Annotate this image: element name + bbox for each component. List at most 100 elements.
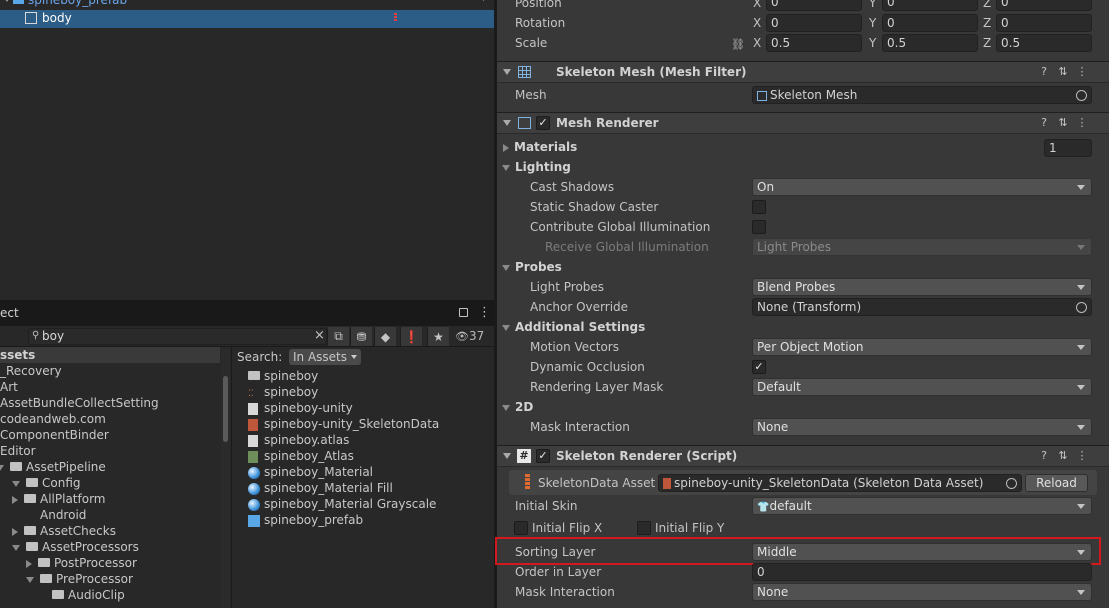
scale-x-field[interactable]: 0.5 [766, 34, 862, 52]
list-item[interactable]: spineboy_prefab [248, 512, 439, 528]
initial-flip-x-checkbox[interactable] [514, 521, 528, 535]
scale-y-field[interactable]: 0.5 [882, 34, 978, 52]
search-scope-dropdown[interactable]: In Assets [289, 349, 362, 365]
collapse-arrow-icon[interactable] [502, 264, 510, 271]
hidden-count[interactable]: 👁37 [455, 329, 484, 343]
motion-vectors-dropdown[interactable]: Per Object Motion [752, 338, 1092, 356]
collapse-arrow-icon[interactable] [503, 453, 511, 459]
object-picker-icon[interactable] [1076, 90, 1087, 101]
rotation-x-field[interactable]: 0 [766, 14, 862, 32]
expand-arrow-icon[interactable] [503, 143, 509, 152]
lighting-foldout[interactable]: Lighting [502, 160, 571, 174]
expand-arrow-icon[interactable] [12, 527, 18, 536]
tree-item[interactable]: AllPlatform [0, 491, 220, 507]
collapse-arrow-icon[interactable] [502, 324, 510, 331]
lock-icon[interactable] [459, 308, 468, 317]
collapse-arrow-icon[interactable] [502, 164, 510, 171]
expand-arrow-icon[interactable] [3, 0, 11, 2]
list-item[interactable]: spineboy_Atlas [248, 448, 439, 464]
tree-item[interactable]: AssetPipeline [0, 459, 220, 475]
list-item[interactable]: spineboy-unity [248, 400, 439, 416]
skeleton-data-asset-field[interactable]: spineboy-unity_SkeletonData (Skeleton Da… [658, 474, 1022, 492]
collapse-arrow-icon[interactable] [12, 480, 20, 487]
collapse-arrow-icon[interactable] [0, 464, 4, 471]
expand-arrow-icon[interactable] [12, 495, 18, 504]
tree-item[interactable]: _Recovery [0, 363, 220, 379]
log-types-button[interactable]: ❗ [400, 327, 422, 346]
rotation-y-field[interactable]: 0 [882, 14, 978, 32]
scale-z-field[interactable]: 0.5 [996, 34, 1092, 52]
help-icon[interactable]: ? [1037, 65, 1051, 79]
hierarchy-item-body[interactable]: body [0, 10, 494, 28]
position-x-field[interactable]: 0 [766, 0, 862, 11]
light-probes-dropdown[interactable]: Blend Probes [752, 278, 1092, 296]
list-item[interactable]: spineboy_Material Grayscale [248, 496, 439, 512]
tree-item[interactable]: codeandweb.com [0, 411, 220, 427]
presets-icon[interactable]: ⇅ [1056, 116, 1070, 130]
tree-item[interactable]: AssetChecks [0, 523, 220, 539]
collapse-arrow-icon[interactable] [503, 120, 511, 126]
enabled-checkbox[interactable]: ✓ [536, 449, 550, 463]
cast-shadows-dropdown[interactable]: On [752, 178, 1092, 196]
list-item[interactable]: spineboy-unity_SkeletonData [248, 416, 439, 432]
tree-item[interactable]: AssetBundleCollectSetting [0, 395, 220, 411]
contribute-gi-checkbox[interactable] [752, 220, 766, 234]
list-item[interactable]: spineboy_Material [248, 464, 439, 480]
more-menu-icon[interactable]: ⋮ [1075, 116, 1089, 130]
more-menu-icon[interactable]: ⋮ [1075, 449, 1089, 463]
tree-item[interactable]: PreProcessor [0, 571, 220, 587]
object-picker-icon[interactable] [1076, 302, 1087, 313]
help-icon[interactable]: ? [1037, 449, 1051, 463]
probes-foldout[interactable]: Probes [502, 260, 562, 274]
mesh-renderer-header[interactable]: ✓ Mesh Renderer ? ⇅ ⋮ [497, 112, 1109, 134]
position-z-field[interactable]: 0 [996, 0, 1092, 11]
search-input[interactable]: boy [42, 329, 64, 344]
list-item[interactable]: ⁚⁚ spineboy [248, 384, 439, 400]
filter-label-button[interactable]: ◆ [374, 327, 396, 346]
list-item[interactable]: spineboy.atlas [248, 432, 439, 448]
tree-item[interactable]: Android [0, 507, 220, 523]
hierarchy-item-prefab[interactable]: spineboy_prefab › [0, 0, 494, 8]
tree-item[interactable]: PostProcessor [0, 555, 220, 571]
chevron-right-icon[interactable]: › [482, 0, 487, 4]
help-icon[interactable]: ? [1037, 116, 1051, 130]
mesh-object-field[interactable]: Skeleton Mesh [752, 86, 1092, 104]
search-by-type-button[interactable]: ⧉ [327, 327, 349, 346]
rotation-z-field[interactable]: 0 [996, 14, 1092, 32]
tree-item[interactable]: AudioClip [0, 587, 220, 603]
tree-item[interactable]: Editor [0, 443, 220, 459]
presets-icon[interactable]: ⇅ [1056, 449, 1070, 463]
tree-item[interactable]: ssets [0, 347, 220, 363]
expand-arrow-icon[interactable] [26, 559, 32, 568]
collapse-arrow-icon[interactable] [26, 576, 34, 583]
materials-foldout[interactable]: Materials [503, 140, 577, 154]
mask-interaction-dropdown[interactable]: None [752, 418, 1092, 436]
mesh-filter-header[interactable]: Skeleton Mesh (Mesh Filter) ? ⇅ ⋮ [497, 61, 1109, 83]
tree-item[interactable]: Config [0, 475, 220, 491]
initial-skin-dropdown[interactable]: 👕default [752, 497, 1092, 515]
static-shadow-caster-checkbox[interactable] [752, 200, 766, 214]
position-y-field[interactable]: 0 [882, 0, 978, 11]
additional-settings-foldout[interactable]: Additional Settings [502, 320, 645, 334]
tree-scrollbar-thumb[interactable] [223, 376, 228, 442]
project-tab[interactable]: ect [0, 306, 19, 320]
collapse-arrow-icon[interactable] [12, 544, 20, 551]
mask-interaction-dropdown-2[interactable]: None [752, 583, 1092, 601]
tree-item[interactable]: ComponentBinder [0, 427, 220, 443]
initial-flip-y-checkbox[interactable] [637, 521, 651, 535]
favorite-button[interactable]: ★ [427, 327, 449, 346]
materials-count-field[interactable]: 1 [1044, 139, 1092, 157]
object-picker-icon[interactable] [1006, 478, 1017, 489]
more-menu-icon[interactable]: ⋮ [1075, 65, 1089, 79]
list-item[interactable]: spineboy_Material Fill [248, 480, 439, 496]
search-field[interactable]: ⚲ boy × [28, 328, 327, 345]
dynamic-occlusion-checkbox[interactable]: ✓ [752, 360, 766, 374]
constrain-proportions-icon[interactable]: ⛓ [731, 38, 745, 51]
presets-icon[interactable]: ⇅ [1056, 65, 1070, 79]
list-item[interactable]: spineboy [248, 368, 439, 384]
skeleton-renderer-header[interactable]: # ✓ Skeleton Renderer (Script) ? ⇅ ⋮ [497, 445, 1109, 467]
tree-item[interactable]: Art [0, 379, 220, 395]
clear-search-icon[interactable]: × [314, 328, 325, 343]
tree-item[interactable]: AssetProcessors [0, 539, 220, 555]
collapse-arrow-icon[interactable] [503, 69, 511, 75]
